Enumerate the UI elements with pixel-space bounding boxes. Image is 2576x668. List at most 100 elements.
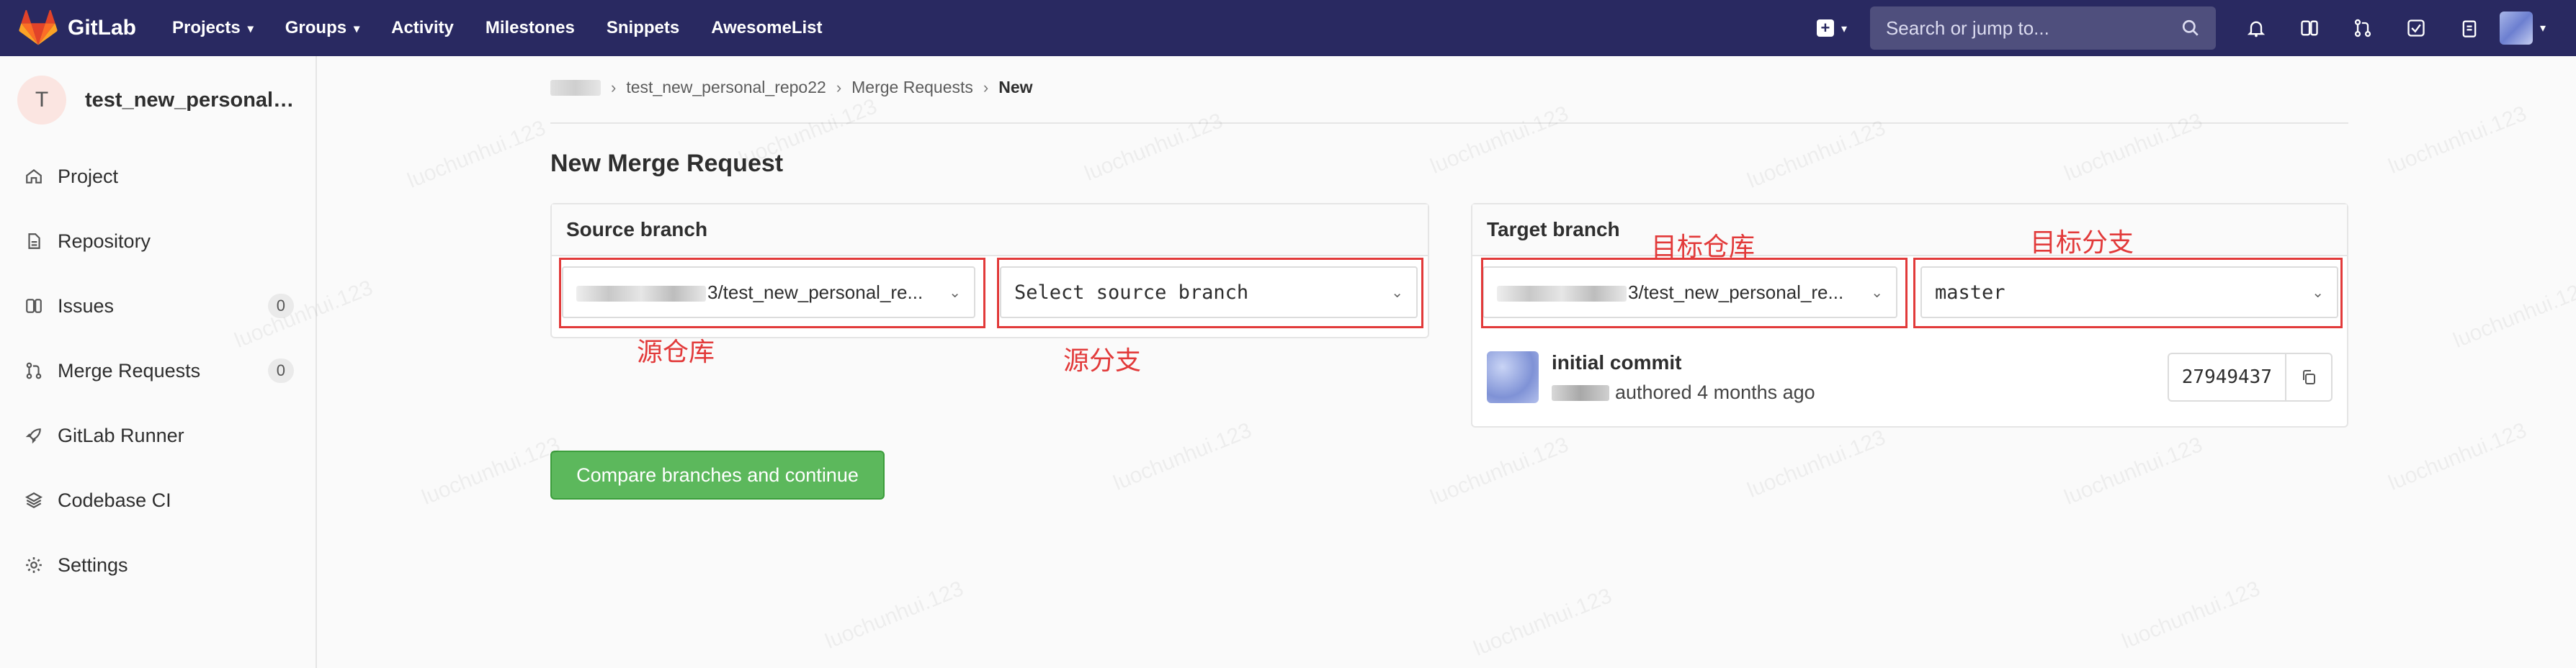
breadcrumb-separator-icon: ›: [983, 78, 989, 96]
watermark: luochunhui.123: [1427, 101, 1573, 179]
gitlab-logo[interactable]: GitLab: [19, 10, 136, 46]
annotation-source-project: 源仓库: [637, 337, 715, 366]
project-name: test_new_personal_...: [85, 88, 301, 112]
sidebar-item-label: Project: [58, 165, 119, 187]
watermark: luochunhui.123: [1081, 109, 1227, 186]
source-branch-select[interactable]: Select source branch ⌄: [1000, 266, 1418, 318]
sidebar-project-header[interactable]: T test_new_personal_...: [0, 56, 316, 144]
commit-author-avatar[interactable]: [1487, 351, 1539, 403]
annotation-target-branch: 目标分支: [2030, 227, 2134, 257]
watermark: luochunhui.123: [822, 577, 967, 654]
annotation-target-project: 目标仓库: [1651, 232, 1756, 261]
nav-projects[interactable]: Projects ▾: [172, 18, 254, 38]
sidebar-item-label: GitLab Runner: [58, 424, 184, 446]
watermark: luochunhui.123: [1110, 418, 1256, 495]
commit-title[interactable]: initial commit: [1552, 351, 1681, 374]
sidebar-item-repository[interactable]: Repository: [0, 209, 316, 274]
top-navbar: GitLab Projects ▾ Groups ▾ Activity Milest…: [0, 0, 2576, 56]
nav-right-group: + ▾ Search or jump to... ▾: [1816, 0, 2576, 56]
project-avatar: T: [17, 76, 66, 125]
merge-request-icon: [23, 360, 45, 382]
nav-projects-label: Projects: [172, 18, 241, 37]
document-icon: [23, 230, 45, 252]
commit-meta-text: authored 4 months ago: [1615, 382, 1815, 403]
search-icon: [2182, 19, 2199, 36]
watermark: luochunhui.123: [1744, 116, 1889, 193]
target-branch-header: Target branch: [1472, 204, 2347, 256]
redacted-namespace: [1497, 285, 1627, 302]
target-project-text: 3/test_new_personal_re...: [1628, 281, 1844, 303]
compare-branches-button[interactable]: Compare branches and continue: [550, 451, 885, 500]
nav-icon-row: [2243, 15, 2482, 41]
source-branch-panel: Source branch 3/test_new_personal_re... …: [550, 203, 1429, 338]
sidebar-item-settings[interactable]: Settings: [0, 533, 316, 597]
user-avatar[interactable]: [2499, 12, 2533, 45]
page-title: New Merge Request: [550, 150, 784, 177]
sidebar-item-merge-requests[interactable]: Merge Requests 0: [0, 338, 316, 403]
nav-snippets[interactable]: Snippets: [607, 18, 679, 38]
nav-groups[interactable]: Groups ▾: [285, 18, 359, 38]
watermark: luochunhui.123: [2385, 101, 2531, 179]
nav-awesomelist[interactable]: AwesomeList: [711, 18, 822, 38]
chevron-down-icon: ⌄: [1871, 284, 1883, 301]
chevron-down-icon[interactable]: ▾: [2540, 21, 2546, 35]
nav-milestones[interactable]: Milestones: [486, 18, 575, 38]
target-branch-value: master: [1935, 281, 2005, 304]
layers-icon: [23, 489, 45, 511]
issues-count-badge: 0: [267, 294, 294, 318]
watermark: luochunhui.123: [419, 433, 564, 510]
annotation-source-branch: 源分支: [1063, 346, 1142, 375]
watermark: luochunhui.123: [404, 116, 550, 193]
main-nav-links: Projects ▾ Groups ▾ Activity Milestones Sn…: [172, 18, 822, 38]
chevron-down-icon: ⌄: [1391, 284, 1403, 301]
sidebar-item-project[interactable]: Project: [0, 144, 316, 209]
target-project-select[interactable]: 3/test_new_personal_re... ⌄: [1482, 266, 1897, 318]
commit-sha-group: 27949437: [2167, 353, 2333, 402]
breadcrumb: › test_new_personal_repo22 › Merge Reque…: [550, 78, 1033, 97]
sidebar-item-label: Merge Requests: [58, 359, 201, 382]
sidebar-item-label: Settings: [58, 554, 128, 576]
breadcrumb-section[interactable]: Merge Requests: [851, 78, 973, 97]
commit-sha[interactable]: 27949437: [2167, 353, 2285, 402]
target-branch-select[interactable]: master ⌄: [1920, 266, 2338, 318]
chevron-down-icon: ⌄: [2312, 284, 2324, 301]
breadcrumb-separator-icon: ›: [836, 78, 842, 96]
sidebar-item-issues[interactable]: Issues 0: [0, 274, 316, 338]
project-sidebar: T test_new_personal_... Project Reposito…: [0, 56, 317, 668]
copy-sha-button[interactable]: [2285, 353, 2333, 402]
clipboard-icon[interactable]: [2456, 15, 2482, 41]
breadcrumb-namespace-redacted[interactable]: [550, 79, 601, 96]
chevron-down-icon: ▾: [1841, 23, 1847, 35]
copy-icon: [2303, 370, 2315, 384]
rocket-icon: [23, 425, 45, 446]
bell-icon[interactable]: [2243, 15, 2269, 41]
source-project-select[interactable]: 3/test_new_personal_re... ⌄: [562, 266, 975, 318]
watermark: luochunhui.123: [2385, 418, 2531, 495]
commit-meta: authored 4 months ago: [1552, 382, 1815, 404]
plus-icon: +: [1816, 19, 1834, 37]
target-branch-panel: Target branch 3/test_new_personal_re... …: [1471, 203, 2348, 428]
sidebar-item-label: Codebase CI: [58, 489, 171, 511]
gear-icon: [23, 554, 45, 576]
gitlab-tanuki-icon: [19, 10, 58, 45]
source-branch-placeholder: Select source branch: [1014, 281, 1249, 304]
chevron-down-icon: ▾: [247, 23, 254, 35]
new-dropdown-button[interactable]: + ▾: [1816, 19, 1847, 37]
breadcrumb-current[interactable]: New: [998, 78, 1032, 97]
merge-request-icon[interactable]: [2350, 15, 2376, 41]
brand-name: GitLab: [68, 16, 136, 40]
check-icon[interactable]: [2403, 15, 2429, 41]
breadcrumb-repo[interactable]: test_new_personal_repo22: [626, 78, 826, 97]
app-root: GitLab Projects ▾ Groups ▾ Activity Milest…: [0, 0, 2576, 668]
chevron-down-icon: ▾: [354, 23, 360, 35]
redacted-author[interactable]: [1552, 384, 1609, 401]
search-placeholder: Search or jump to...: [1885, 17, 2049, 39]
main-content: › test_new_personal_repo22 › Merge Reque…: [317, 56, 2576, 668]
nav-activity[interactable]: Activity: [391, 18, 454, 38]
watermark: luochunhui.123: [1470, 584, 1616, 661]
sidebar-item-gitlab-runner[interactable]: GitLab Runner: [0, 403, 316, 468]
source-project-value: 3/test_new_personal_re...: [576, 281, 923, 304]
issues-icon[interactable]: [2297, 15, 2322, 41]
sidebar-item-codebase-ci[interactable]: Codebase CI: [0, 468, 316, 533]
search-input[interactable]: Search or jump to...: [1869, 6, 2216, 50]
